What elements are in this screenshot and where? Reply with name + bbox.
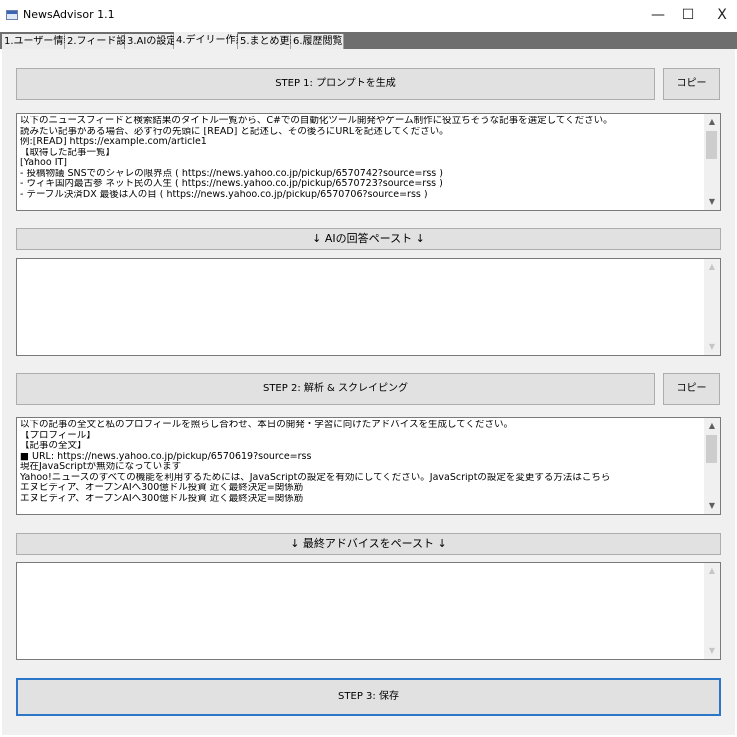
prompt-line: ■ URL: https://news.yahoo.co.jp/pickup/6…: [20, 451, 312, 462]
prompt-line: 読みたい記事がある場合、必ず行の先頭に [READ] と記述し、その後ろにURL…: [20, 126, 449, 137]
step1-scrollbar[interactable]: ▲ ▼: [704, 114, 720, 210]
paste-final-advice-label[interactable]: ↓ 最終アドバイスをペースト ↓: [16, 533, 721, 555]
scroll-up-icon: ▲: [708, 262, 716, 271]
prompt-line: 現在JavaScriptが無効になっています: [20, 462, 182, 472]
step2-parse-scrape-button[interactable]: STEP 2: 解析 & スクレイピング: [16, 373, 655, 405]
prompt-line: - ウィキ国内最古参 ネット民の人生 ( https://news.yahoo.…: [20, 179, 443, 189]
scroll-down-icon: ▼: [708, 646, 716, 655]
close-button[interactable]: X: [704, 0, 737, 30]
prompt-line: 【プロフィール】: [20, 430, 96, 441]
app-icon: [6, 8, 18, 22]
prompt-line: 例:[READ] https://example.com/article1: [20, 137, 207, 147]
scroll-thumb[interactable]: [706, 131, 717, 159]
ai-answer-textbox[interactable]: ▲ ▼: [16, 258, 721, 356]
step2-prompt-content: 以下の記事の全文と私のプロフィールを照らし合わせ、本日の開発・学習に向けたアドバ…: [20, 420, 702, 504]
tab-strip: 1.ユーザー情報 2.フィード設定 3.AIの設定 4.デイリー作業 5.まとめ…: [0, 32, 737, 50]
scroll-down-icon[interactable]: ▼: [704, 195, 720, 209]
final-advice-textbox[interactable]: ▲ ▼: [16, 562, 721, 660]
prompt-line: 以下のニュースフィードと検索結果のタイトル一覧から、C#での自動化ツール開発やゲ…: [20, 116, 613, 126]
maximize-button[interactable]: ☐: [670, 0, 706, 30]
step3-save-button[interactable]: STEP 3: 保存: [16, 678, 721, 716]
tab-history[interactable]: 6.履歴閲覧: [291, 34, 344, 49]
ai-answer-scrollbar: ▲ ▼: [704, 259, 720, 355]
step2-scrollbar[interactable]: ▲ ▼: [704, 418, 720, 514]
final-advice-scrollbar: ▲ ▼: [704, 563, 720, 659]
prompt-line: 【取得した記事一覧】: [20, 147, 116, 158]
prompt-line: エヌビディア、オープンAIへ300億ドル投資 近く最終決定=関係筋: [20, 483, 304, 493]
step1-generate-prompt-button[interactable]: STEP 1: プロンプトを生成: [16, 68, 655, 100]
scroll-up-icon: ▲: [708, 566, 716, 575]
tab-ai-settings[interactable]: 3.AIの設定: [125, 34, 176, 49]
step1-prompt-textbox[interactable]: 以下のニュースフィードと検索結果のタイトル一覧から、C#での自動化ツール開発やゲ…: [16, 113, 721, 211]
tab-feed-settings[interactable]: 2.フィード設定: [65, 34, 136, 49]
prompt-line: 【記事の全文】: [20, 441, 87, 451]
title-bar: NewsAdvisor 1.1 — ☐ X: [0, 0, 737, 32]
tab-daily-work[interactable]: 4.デイリー作業: [174, 32, 246, 50]
step2-copy-button[interactable]: コピー: [663, 373, 720, 405]
tab-summary-update[interactable]: 5.まとめ更新: [238, 34, 300, 49]
step1-copy-button[interactable]: コピー: [663, 68, 720, 100]
prompt-line: - 投稿物議 SNSでのシャレの限界点 ( https://news.yahoo…: [20, 168, 443, 179]
prompt-line: Yahoo!ニュースのすべての機能を利用するためには、JavaScriptの設定…: [20, 472, 611, 483]
scroll-thumb[interactable]: [706, 435, 717, 463]
scroll-down-icon: ▼: [708, 342, 716, 351]
paste-ai-answer-label[interactable]: ↓ AIの回答ペースト ↓: [16, 228, 721, 250]
prompt-line: 以下の記事の全文と私のプロフィールを照らし合わせ、本日の開発・学習に向けたアドバ…: [20, 420, 513, 430]
scroll-up-icon[interactable]: ▲: [704, 419, 720, 433]
prompt-line: エヌビディア、オープンAIへ300億ドル投資 近く最終決定=関係筋: [20, 493, 304, 504]
scroll-down-icon[interactable]: ▼: [704, 499, 720, 513]
step1-prompt-content: 以下のニュースフィードと検索結果のタイトル一覧から、C#での自動化ツール開発やゲ…: [20, 116, 702, 200]
prompt-line: [Yahoo IT]: [20, 158, 67, 168]
window-title: NewsAdvisor 1.1: [23, 8, 115, 21]
tab-user-info[interactable]: 1.ユーザー情報: [2, 34, 73, 49]
step2-prompt-textbox[interactable]: 以下の記事の全文と私のプロフィールを照らし合わせ、本日の開発・学習に向けたアドバ…: [16, 417, 721, 515]
prompt-line: - テーブル決済DX 最後は人の目 ( https://news.yahoo.c…: [20, 189, 428, 200]
scroll-up-icon[interactable]: ▲: [704, 115, 720, 129]
